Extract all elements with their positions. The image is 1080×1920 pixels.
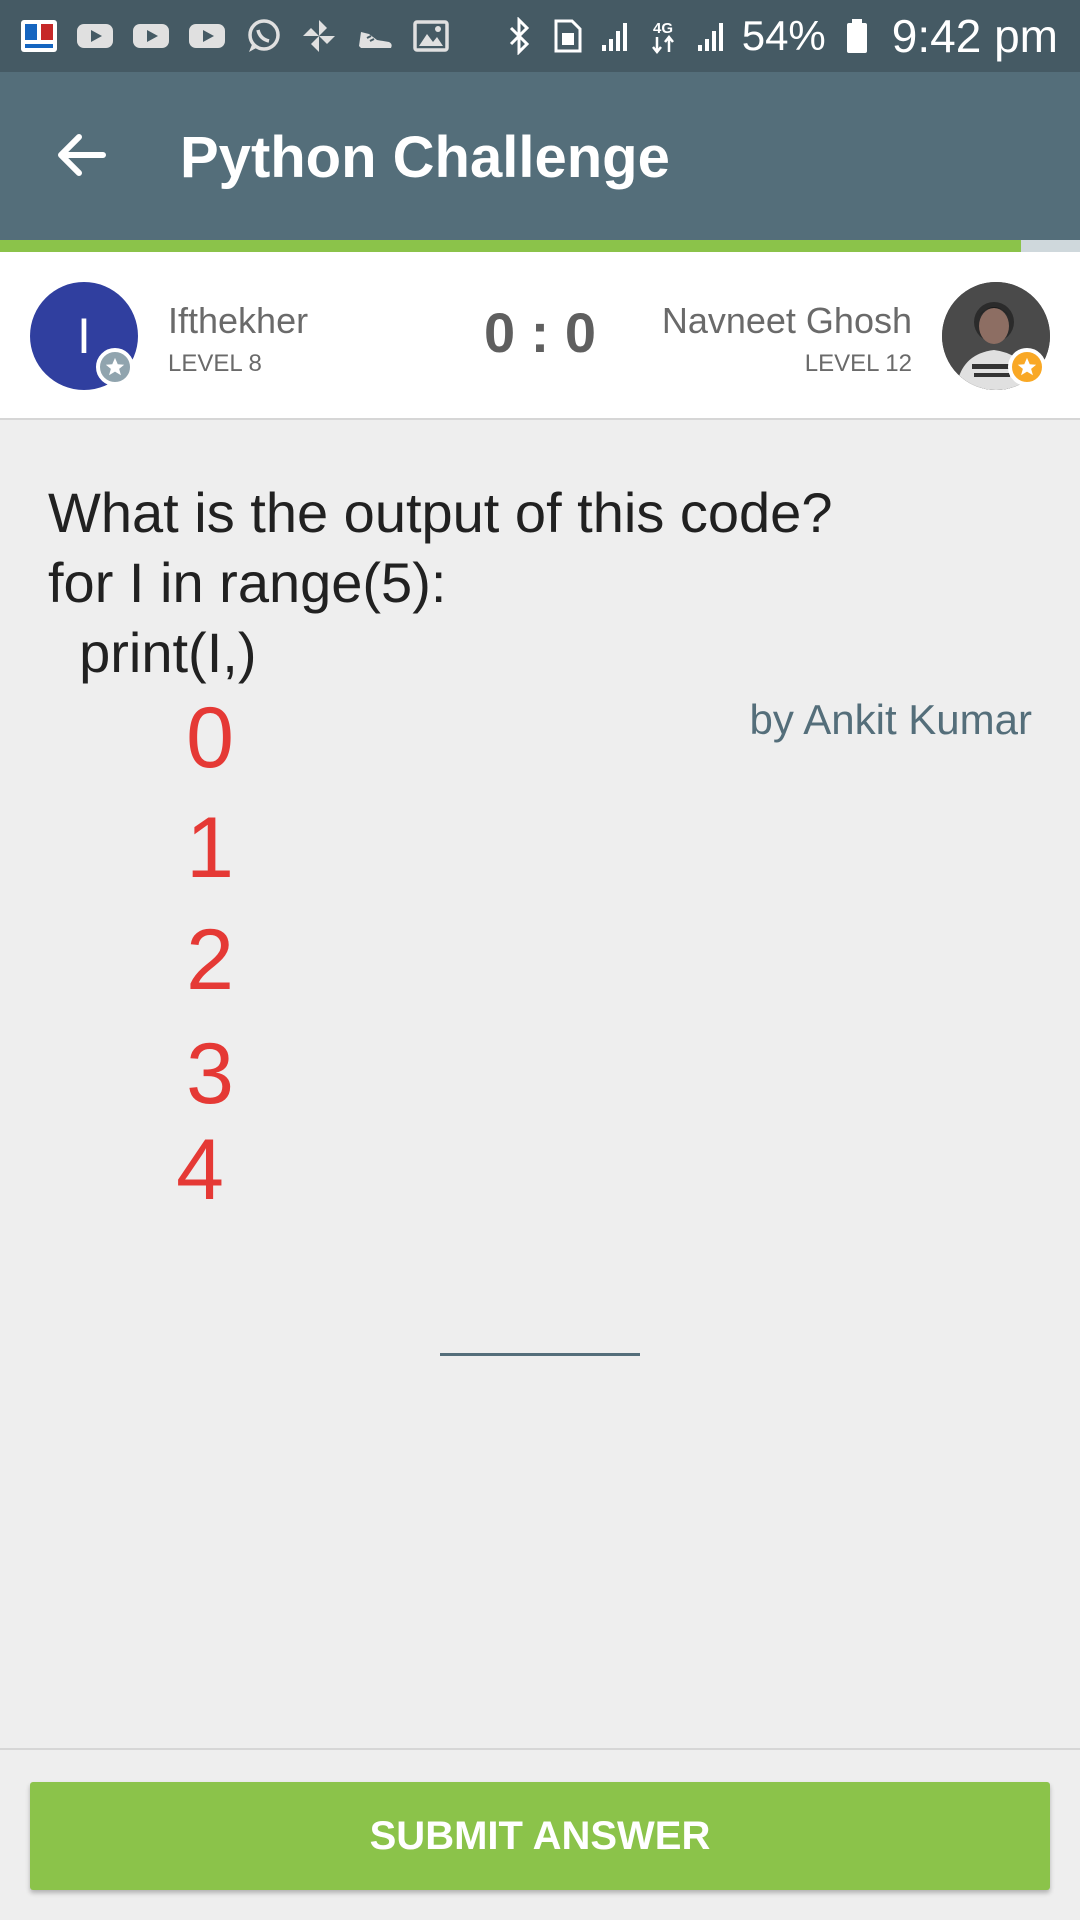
question-text: What is the output of this code? for I i… <box>48 481 833 684</box>
players-panel: I Ifthekher LEVEL 8 0 : 0 Navneet Ghosh … <box>0 252 1080 420</box>
output-line: 4 <box>176 1122 224 1218</box>
signal-icon <box>697 23 723 51</box>
back-arrow-icon <box>58 134 106 176</box>
back-button[interactable] <box>46 120 116 190</box>
clock: 9:42 pm <box>891 10 1058 62</box>
youtube-icon <box>186 15 228 57</box>
whatsapp-icon <box>242 15 284 57</box>
youtube-icon <box>130 15 172 57</box>
answer-input[interactable] <box>440 1316 640 1356</box>
battery-percent: 54% <box>741 12 826 59</box>
challenge-progress-fill <box>0 240 1021 252</box>
challenge-progress-bar <box>0 240 1080 252</box>
page-title: Python Challenge <box>180 125 670 190</box>
star-icon <box>105 357 125 376</box>
opponent-level-badge <box>1008 348 1046 386</box>
battery-icon <box>846 19 867 53</box>
signal-icon <box>601 23 627 51</box>
bluetooth-icon <box>509 17 529 55</box>
player-level: LEVEL 8 <box>168 350 262 377</box>
opponent-name: Navneet Ghosh <box>661 300 912 341</box>
output-line: 1 <box>186 800 234 896</box>
level-badge <box>96 348 134 386</box>
question-author: by Ankit Kumar <box>749 696 1032 743</box>
pinwheel-icon <box>298 15 340 57</box>
sim-icon <box>554 19 582 53</box>
system-icons: 4G 54% 9:42 pm <box>502 10 1058 62</box>
output-line: 2 <box>186 912 234 1008</box>
divider <box>0 1748 1080 1750</box>
svg-text:4G: 4G <box>653 20 673 37</box>
app-bar: Python Challenge <box>0 72 1080 240</box>
player-name: Ifthekher <box>168 300 309 341</box>
star-icon <box>1017 357 1037 376</box>
youtube-icon <box>74 15 116 57</box>
output-line: 3 <box>186 1026 234 1122</box>
opponent-level: LEVEL 12 <box>804 350 912 377</box>
notification-icons <box>18 14 452 58</box>
output-line: 0 <box>186 690 234 786</box>
score: 0 : 0 <box>483 301 597 364</box>
4g-icon: 4G <box>651 20 674 55</box>
submit-answer-button[interactable]: SUBMIT ANSWER <box>30 1782 1050 1890</box>
status-bar: 4G 54% 9:42 pm <box>0 0 1080 72</box>
shoe-icon <box>354 15 396 57</box>
app-notification-icon <box>18 15 60 57</box>
image-icon <box>410 15 452 57</box>
